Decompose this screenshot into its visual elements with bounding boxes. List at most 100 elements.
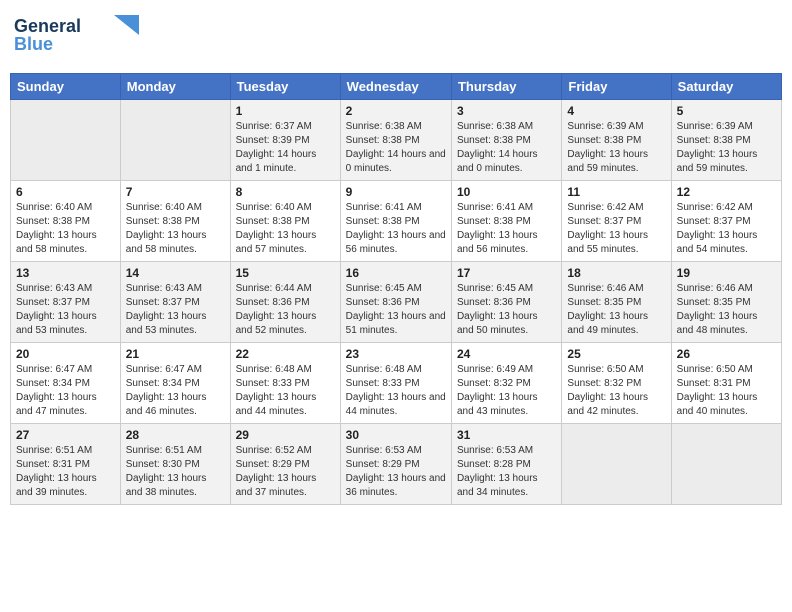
calendar-cell: 2 Sunrise: 6:38 AMSunset: 8:38 PMDaylight…	[340, 100, 451, 181]
day-info: Sunrise: 6:50 AMSunset: 8:32 PMDaylight:…	[567, 363, 665, 419]
weekday-header-tuesday: Tuesday	[230, 74, 340, 100]
day-number: 12	[677, 185, 776, 199]
calendar-cell: 22 Sunrise: 6:48 AMSunset: 8:33 PMDayligh…	[230, 343, 340, 424]
day-info: Sunrise: 6:39 AMSunset: 8:38 PMDaylight:…	[677, 120, 776, 176]
day-info: Sunrise: 6:53 AMSunset: 8:28 PMDaylight:…	[457, 444, 556, 500]
day-number: 27	[16, 428, 115, 442]
day-number: 26	[677, 347, 776, 361]
calendar-cell: 29 Sunrise: 6:52 AMSunset: 8:29 PMDayligh…	[230, 424, 340, 505]
day-info: Sunrise: 6:53 AMSunset: 8:29 PMDaylight:…	[346, 444, 446, 500]
day-number: 22	[236, 347, 335, 361]
calendar-cell: 26 Sunrise: 6:50 AMSunset: 8:31 PMDayligh…	[671, 343, 781, 424]
day-number: 25	[567, 347, 665, 361]
calendar-cell: 14Sunrise: 6:43 AMSunset: 8:37 PMDayligh…	[120, 262, 230, 343]
calendar-header-row: SundayMondayTuesdayWednesdayThursdayFrid…	[11, 74, 782, 100]
calendar-cell: 16Sunrise: 6:45 AMSunset: 8:36 PMDayligh…	[340, 262, 451, 343]
calendar-cell: 10Sunrise: 6:41 AMSunset: 8:38 PMDayligh…	[451, 181, 561, 262]
calendar-cell: 23Sunrise: 6:48 AMSunset: 8:33 PMDayligh…	[340, 343, 451, 424]
day-info: Sunrise: 6:38 AMSunset: 8:38 PMDaylight:…	[346, 120, 446, 176]
calendar-cell: 25 Sunrise: 6:50 AMSunset: 8:32 PMDayligh…	[562, 343, 671, 424]
day-info: Sunrise: 6:39 AMSunset: 8:38 PMDaylight:…	[567, 120, 665, 176]
calendar-cell: 8Sunrise: 6:40 AMSunset: 8:38 PMDaylight…	[230, 181, 340, 262]
calendar-cell: 31 Sunrise: 6:53 AMSunset: 8:28 PMDayligh…	[451, 424, 561, 505]
day-number: 6	[16, 185, 115, 199]
day-number: 28	[126, 428, 225, 442]
calendar-week-row: 27 Sunrise: 6:51 AMSunset: 8:31 PMDayligh…	[11, 424, 782, 505]
day-number: 1	[236, 104, 335, 118]
day-number: 5	[677, 104, 776, 118]
day-number: 7	[126, 185, 225, 199]
page-header: General Blue	[10, 10, 782, 65]
calendar-cell	[120, 100, 230, 181]
day-info: Sunrise: 6:50 AMSunset: 8:31 PMDaylight:…	[677, 363, 776, 419]
day-number: 4	[567, 104, 665, 118]
day-info: Sunrise: 6:44 AMSunset: 8:36 PMDaylight:…	[236, 282, 335, 338]
day-info: Sunrise: 6:38 AMSunset: 8:38 PMDaylight:…	[457, 120, 556, 176]
day-number: 10	[457, 185, 556, 199]
weekday-header-saturday: Saturday	[671, 74, 781, 100]
weekday-header-thursday: Thursday	[451, 74, 561, 100]
calendar-cell: 18 Sunrise: 6:46 AMSunset: 8:35 PMDayligh…	[562, 262, 671, 343]
calendar-cell: 4 Sunrise: 6:39 AMSunset: 8:38 PMDaylight…	[562, 100, 671, 181]
day-info: Sunrise: 6:41 AMSunset: 8:38 PMDaylight:…	[346, 201, 446, 257]
weekday-header-monday: Monday	[120, 74, 230, 100]
calendar-cell: 30 Sunrise: 6:53 AMSunset: 8:29 PMDayligh…	[340, 424, 451, 505]
calendar-cell: 24Sunrise: 6:49 AMSunset: 8:32 PMDayligh…	[451, 343, 561, 424]
day-info: Sunrise: 6:47 AMSunset: 8:34 PMDaylight:…	[16, 363, 115, 419]
calendar-cell: 17 Sunrise: 6:45 AMSunset: 8:36 PMDayligh…	[451, 262, 561, 343]
day-info: Sunrise: 6:46 AMSunset: 8:35 PMDaylight:…	[567, 282, 665, 338]
day-number: 11	[567, 185, 665, 199]
day-number: 23	[346, 347, 446, 361]
day-info: Sunrise: 6:40 AMSunset: 8:38 PMDaylight:…	[16, 201, 115, 257]
calendar-cell	[562, 424, 671, 505]
day-number: 13	[16, 266, 115, 280]
calendar-cell: 28 Sunrise: 6:51 AMSunset: 8:30 PMDayligh…	[120, 424, 230, 505]
weekday-header-wednesday: Wednesday	[340, 74, 451, 100]
day-number: 29	[236, 428, 335, 442]
calendar-week-row: 13 Sunrise: 6:43 AMSunset: 8:37 PMDayligh…	[11, 262, 782, 343]
calendar-cell: 7Sunrise: 6:40 AMSunset: 8:38 PMDaylight…	[120, 181, 230, 262]
day-number: 31	[457, 428, 556, 442]
calendar-cell: 1 Sunrise: 6:37 AMSunset: 8:39 PMDaylight…	[230, 100, 340, 181]
calendar-cell: 21 Sunrise: 6:47 AMSunset: 8:34 PMDayligh…	[120, 343, 230, 424]
day-number: 3	[457, 104, 556, 118]
day-number: 2	[346, 104, 446, 118]
calendar-cell	[671, 424, 781, 505]
day-info: Sunrise: 6:47 AMSunset: 8:34 PMDaylight:…	[126, 363, 225, 419]
day-number: 20	[16, 347, 115, 361]
calendar-cell: 6 Sunrise: 6:40 AMSunset: 8:38 PMDaylight…	[11, 181, 121, 262]
calendar-cell: 9 Sunrise: 6:41 AMSunset: 8:38 PMDaylight…	[340, 181, 451, 262]
day-info: Sunrise: 6:52 AMSunset: 8:29 PMDaylight:…	[236, 444, 335, 500]
day-number: 24	[457, 347, 556, 361]
day-number: 9	[346, 185, 446, 199]
weekday-header-sunday: Sunday	[11, 74, 121, 100]
day-info: Sunrise: 6:42 AMSunset: 8:37 PMDaylight:…	[677, 201, 776, 257]
day-number: 19	[677, 266, 776, 280]
day-info: Sunrise: 6:43 AMSunset: 8:37 PMDaylight:…	[16, 282, 115, 338]
day-number: 18	[567, 266, 665, 280]
day-number: 17	[457, 266, 556, 280]
svg-text:Blue: Blue	[14, 34, 53, 54]
calendar-cell: 5 Sunrise: 6:39 AMSunset: 8:38 PMDaylight…	[671, 100, 781, 181]
day-info: Sunrise: 6:45 AMSunset: 8:36 PMDaylight:…	[457, 282, 556, 338]
calendar-cell: 13 Sunrise: 6:43 AMSunset: 8:37 PMDayligh…	[11, 262, 121, 343]
day-info: Sunrise: 6:37 AMSunset: 8:39 PMDaylight:…	[236, 120, 335, 176]
day-info: Sunrise: 6:43 AMSunset: 8:37 PMDaylight:…	[126, 282, 225, 338]
day-info: Sunrise: 6:51 AMSunset: 8:30 PMDaylight:…	[126, 444, 225, 500]
weekday-header-friday: Friday	[562, 74, 671, 100]
calendar-cell: 3 Sunrise: 6:38 AMSunset: 8:38 PMDaylight…	[451, 100, 561, 181]
svg-text:General: General	[14, 16, 81, 36]
day-number: 15	[236, 266, 335, 280]
day-number: 30	[346, 428, 446, 442]
calendar-week-row: 6 Sunrise: 6:40 AMSunset: 8:38 PMDaylight…	[11, 181, 782, 262]
calendar-cell: 20 Sunrise: 6:47 AMSunset: 8:34 PMDayligh…	[11, 343, 121, 424]
calendar-week-row: 1 Sunrise: 6:37 AMSunset: 8:39 PMDaylight…	[11, 100, 782, 181]
day-info: Sunrise: 6:46 AMSunset: 8:35 PMDaylight:…	[677, 282, 776, 338]
day-info: Sunrise: 6:51 AMSunset: 8:31 PMDaylight:…	[16, 444, 115, 500]
calendar-week-row: 20 Sunrise: 6:47 AMSunset: 8:34 PMDayligh…	[11, 343, 782, 424]
calendar-cell: 19 Sunrise: 6:46 AMSunset: 8:35 PMDayligh…	[671, 262, 781, 343]
calendar-cell: 12 Sunrise: 6:42 AMSunset: 8:37 PMDayligh…	[671, 181, 781, 262]
day-info: Sunrise: 6:48 AMSunset: 8:33 PMDaylight:…	[236, 363, 335, 419]
logo: General Blue	[14, 10, 144, 65]
day-number: 21	[126, 347, 225, 361]
